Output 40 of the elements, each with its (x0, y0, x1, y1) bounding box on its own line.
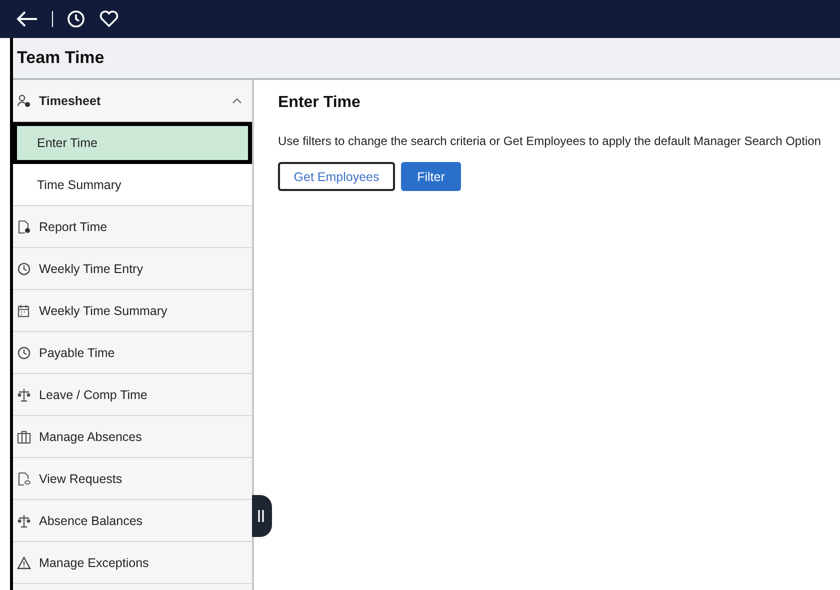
collapse-handle[interactable] (252, 495, 272, 537)
group-label: Timesheet (39, 94, 101, 108)
sidebar-item[interactable]: Weekly Time Entry (13, 248, 252, 290)
sidebar-subitem[interactable]: Enter Time (13, 122, 252, 164)
document-icon (17, 472, 31, 486)
page-title: Team Time (17, 48, 104, 68)
sidebar-item[interactable]: Payable Time (13, 332, 252, 374)
clock-icon (17, 346, 31, 360)
person-icon (17, 94, 31, 108)
suitcase-icon (17, 430, 31, 444)
item-label: Manage Absences (39, 430, 142, 444)
sidebar-item[interactable]: View Requests (13, 458, 252, 500)
chevron-icon (232, 98, 242, 104)
sidebar-item[interactable]: Manage Absences (13, 416, 252, 458)
item-label: Weekly Time Summary (39, 304, 168, 318)
sidebar-subitem[interactable]: Time Summary (13, 164, 252, 206)
item-label: Leave / Comp Time (39, 388, 148, 402)
favorites-icon[interactable] (99, 10, 119, 28)
section-title: Enter Time (278, 94, 362, 112)
calendar-icon (17, 304, 31, 318)
item-label: View Requests (39, 472, 122, 486)
sidebar-item[interactable]: Report Time (13, 206, 252, 248)
scale-icon (17, 388, 31, 402)
document-icon (17, 220, 31, 234)
filter-button[interactable]: Filter (401, 162, 461, 191)
scale-icon (17, 514, 31, 528)
item-label: Weekly Time Entry (39, 262, 143, 276)
warning-icon (17, 556, 31, 570)
sidebar-item[interactable]: Leave / Comp Time (13, 374, 252, 416)
instruction-text: Use filters to change the search criteria or Get Employees to apply the default Manager Search Option (278, 134, 822, 148)
sidebar-item[interactable]: Manage Exceptions (13, 542, 252, 584)
history-icon[interactable] (67, 10, 85, 28)
item-label: Absence Balances (39, 514, 143, 528)
clock-icon (17, 262, 31, 276)
get-employees-button[interactable]: Get Employees (278, 162, 395, 191)
sidebar-item[interactable]: Weekly Time Summary (13, 290, 252, 332)
back-arrow-icon[interactable] (16, 10, 38, 28)
item-label: Manage Exceptions (39, 556, 149, 570)
item-label: Report Time (39, 220, 108, 234)
item-label: Payable Time (39, 346, 115, 360)
